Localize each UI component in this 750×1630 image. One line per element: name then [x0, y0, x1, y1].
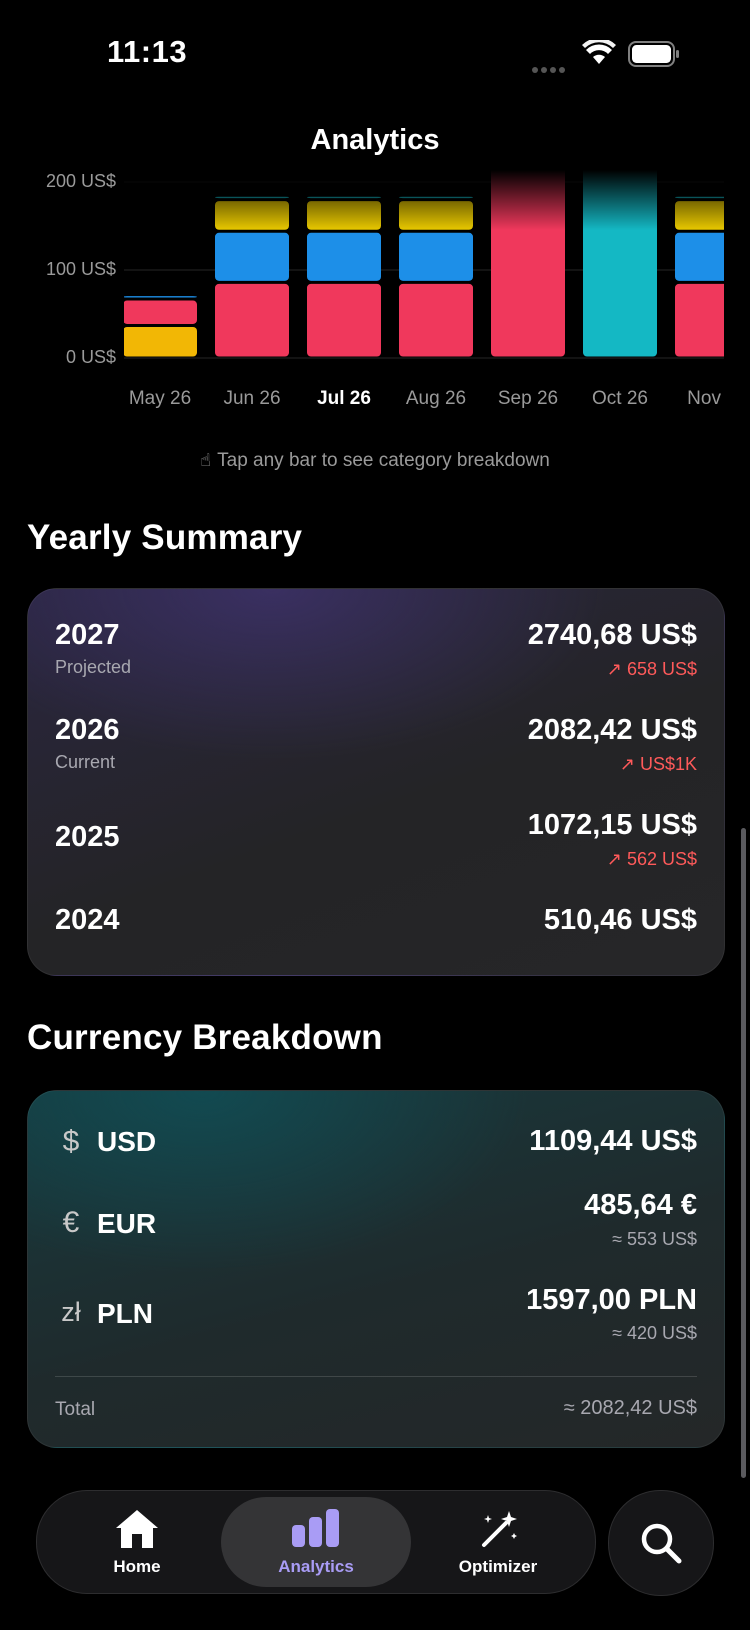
currency-amount: 1109,44 US$	[529, 1125, 697, 1157]
x-axis: May 26 Jun 26 Jul 26 Aug 26 Sep 26 Oct 26 Nov …	[124, 160, 724, 420]
search-icon	[641, 1523, 682, 1564]
year-amount: 2082,42 US$	[527, 714, 697, 746]
x-tick-label[interactable]: Nov 2	[662, 388, 724, 410]
yearly-summary-heading: Yearly Summary	[27, 518, 303, 557]
currency-approx: ≈ 420 US$	[612, 1323, 697, 1343]
year-change: ↗ US$1K	[619, 754, 697, 774]
year-change: ↗ 658 US$	[606, 659, 697, 679]
x-tick-label[interactable]: May 26	[124, 388, 210, 410]
bar-chart-icon	[290, 1507, 342, 1554]
year-amount: 510,46 US$	[543, 904, 697, 936]
currency-row-eur[interactable]: € EUR 485,64 € ≈ 553 US$	[28, 1189, 724, 1281]
zloty-icon: zł	[61, 1297, 81, 1327]
chart-hint-text: Tap any bar to see category breakdown	[217, 450, 550, 471]
currency-breakdown-heading: Currency Breakdown	[27, 1018, 383, 1057]
scroll-indicator[interactable]	[741, 828, 746, 1478]
chart-hint: ☝ Tap any bar to see category breakdown	[0, 450, 750, 472]
year-label: 2026	[55, 714, 120, 746]
total-label: Total	[55, 1399, 96, 1420]
y-tick-label: 200 US$	[45, 171, 116, 191]
divider	[55, 1376, 697, 1377]
tab-analytics[interactable]: Analytics	[221, 1497, 411, 1587]
search-button[interactable]	[608, 1490, 714, 1596]
year-label: 2024	[55, 904, 120, 936]
status-time: 11:13	[107, 34, 188, 69]
house-icon	[113, 1507, 161, 1556]
x-tick-label[interactable]: Oct 26	[570, 388, 670, 410]
currency-code: EUR	[97, 1208, 157, 1239]
wifi-icon	[582, 37, 616, 71]
year-label: 2025	[55, 821, 120, 853]
total-value: ≈ 2082,42 US$	[563, 1397, 697, 1419]
tap-hand-icon: ☝	[200, 450, 212, 470]
year-label: 2027	[55, 619, 120, 651]
currency-amount: 485,64 €	[584, 1189, 697, 1221]
currency-code: USD	[97, 1126, 157, 1157]
currency-breakdown-card: $ USD 1109,44 US$ € EUR 485,64 € ≈ 553 U…	[27, 1090, 725, 1448]
cellular-signal-icon	[532, 60, 570, 73]
year-sublabel: Current	[55, 752, 116, 772]
tab-home-label: Home	[113, 1557, 161, 1576]
x-tick-label[interactable]: Jun 26	[202, 388, 302, 410]
year-amount: 2740,68 US$	[527, 619, 697, 651]
currency-approx: ≈ 553 US$	[612, 1229, 697, 1249]
currency-row-pln[interactable]: zł PLN 1597,00 PLN ≈ 420 US$	[28, 1281, 724, 1371]
tab-analytics-label: Analytics	[278, 1557, 354, 1576]
x-tick-label[interactable]: Jul 26	[294, 388, 394, 410]
year-change: ↗ 562 US$	[606, 849, 697, 869]
currency-amount: 1597,00 PLN	[526, 1284, 697, 1316]
currency-code: PLN	[97, 1298, 153, 1329]
monthly-spending-chart[interactable]: 0 US$ 100 US$ 200 US$ May 26 Jun 26 Jul 26 Au…	[0, 160, 750, 420]
battery-icon	[628, 41, 679, 67]
currency-row-usd[interactable]: $ USD 1109,44 US$	[28, 1091, 724, 1191]
y-tick-label: 0 US$	[65, 347, 116, 367]
y-tick-label: 100 US$	[45, 259, 116, 279]
x-tick-label[interactable]: Sep 26	[478, 388, 578, 410]
tab-bar: Home Analytics Optimizer	[36, 1490, 596, 1594]
dollar-icon: $	[62, 1125, 80, 1158]
euro-icon: €	[62, 1206, 80, 1239]
tab-optimizer-label: Optimizer	[458, 1557, 538, 1576]
magic-wand-icon	[476, 1507, 520, 1556]
year-amount: 1072,15 US$	[527, 809, 697, 841]
tab-home[interactable]: Home	[77, 1491, 197, 1593]
year-sublabel: Projected	[55, 657, 132, 677]
page-title: Analytics	[310, 124, 440, 156]
yearly-summary-card: 2027 Projected 2740,68 US$ ↗ 658 US$ 202…	[27, 588, 725, 976]
x-tick-label[interactable]: Aug 26	[386, 388, 486, 410]
tab-optimizer[interactable]: Optimizer	[433, 1491, 563, 1593]
